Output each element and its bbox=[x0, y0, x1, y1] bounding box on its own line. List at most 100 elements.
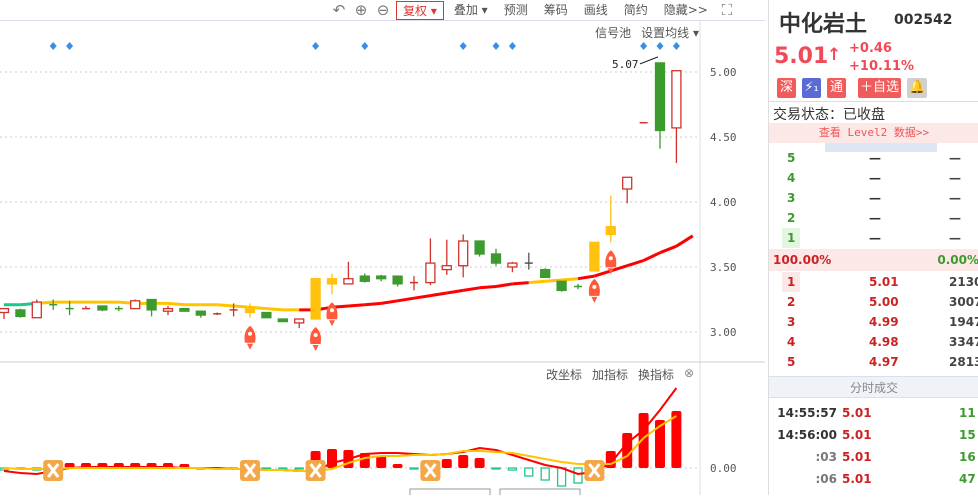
level-volume: — bbox=[949, 231, 961, 245]
candle-body bbox=[622, 176, 633, 190]
signal-diamond-icon bbox=[672, 42, 680, 50]
level2-link[interactable]: 查看 Level2 数据>> bbox=[769, 123, 978, 143]
trade-row: 14:56:00 5.01 15 bbox=[769, 425, 978, 445]
level-number: 4 bbox=[787, 335, 796, 349]
ma-settings-button[interactable]: 设置均线 ▾ bbox=[641, 24, 699, 41]
trade-price: 5.01 bbox=[842, 406, 872, 420]
level-volume: 1947 bbox=[949, 315, 978, 329]
rocket-window bbox=[592, 284, 597, 289]
ma-line-segment bbox=[495, 282, 513, 288]
trade-row: :06 5.01 47 bbox=[769, 469, 978, 489]
zoom-out-icon[interactable]: ⊖ bbox=[374, 1, 392, 19]
kline-chart[interactable]: 5.00 4.50 4.00 3.50 3.00 0.00 5.07 ↶ ⊕ ⊖ 复权 ▾ … bbox=[0, 0, 765, 498]
zoom-in-icon[interactable]: ⊕ bbox=[352, 1, 370, 19]
candle-body bbox=[376, 275, 387, 280]
candle-body bbox=[458, 240, 469, 267]
trade-time: :06 bbox=[815, 472, 838, 486]
level-volume: — bbox=[949, 171, 961, 185]
candle-body bbox=[261, 311, 272, 319]
candle-body bbox=[654, 62, 666, 132]
ma-line-segment bbox=[675, 234, 694, 248]
up-arrow-icon: ↑ bbox=[827, 45, 842, 65]
level-price: — bbox=[869, 211, 881, 225]
macd-bar bbox=[409, 467, 419, 470]
ma-line-segment bbox=[479, 285, 497, 290]
chart-canvas[interactable]: 5.00 4.50 4.00 3.50 3.00 0.00 5.07 bbox=[0, 0, 765, 498]
candle-body bbox=[195, 310, 206, 316]
signal-diamond-icon bbox=[49, 42, 57, 50]
rocket-window bbox=[313, 333, 318, 337]
candle-body bbox=[244, 307, 256, 314]
signal-pool-button[interactable]: 信号池 bbox=[595, 24, 631, 41]
candle-body bbox=[359, 275, 370, 282]
signal-diamond-icon bbox=[492, 42, 500, 50]
level-price: — bbox=[869, 231, 881, 245]
chart-toolbar: ↶ ⊕ ⊖ 复权 ▾ 叠加 ▾ 预测 筹码 画线 简约 隐藏>> ⛶ bbox=[330, 0, 736, 20]
simple-button[interactable]: 简约 bbox=[617, 0, 654, 20]
level-number: 3 bbox=[787, 191, 796, 205]
level-volume: — bbox=[949, 211, 961, 225]
hide-button[interactable]: 隐藏>> bbox=[657, 0, 714, 20]
overlay-button[interactable]: 叠加 ▾ bbox=[447, 0, 494, 20]
draw-line-button[interactable]: 画线 bbox=[577, 0, 614, 20]
change-axis-button[interactable]: 改坐标 bbox=[546, 366, 582, 383]
sell-row: 3 — — bbox=[769, 188, 978, 208]
candle-body bbox=[130, 300, 141, 310]
buy-row: 3 4.99 1947 bbox=[769, 312, 978, 332]
macd-bar bbox=[294, 467, 304, 470]
close-indicator-icon[interactable]: ⊗ bbox=[684, 366, 694, 383]
macd-bar bbox=[474, 458, 485, 468]
y-tick-label: 3.00 bbox=[710, 326, 737, 339]
level-number: 5 bbox=[787, 151, 796, 165]
rocket-window bbox=[248, 331, 252, 336]
signal-diamond-icon bbox=[66, 42, 74, 50]
candle-body bbox=[162, 307, 174, 312]
signal-diamond-icon bbox=[361, 42, 369, 50]
trades-title: 分时成交 bbox=[769, 376, 978, 398]
ma-line-segment bbox=[642, 251, 661, 262]
undo-icon[interactable]: ↶ bbox=[330, 1, 348, 19]
rocket-icon bbox=[588, 278, 600, 303]
fullscreen-icon[interactable]: ⛶ bbox=[718, 1, 736, 19]
add-indicator-button[interactable]: 加指标 bbox=[592, 366, 628, 383]
trade-volume: 16 bbox=[959, 450, 976, 464]
zero-label: 0.00 bbox=[710, 462, 737, 475]
order-ratio: 100.00% 0.00% bbox=[769, 249, 978, 271]
macd-bar bbox=[507, 467, 518, 471]
candle-body bbox=[671, 70, 682, 129]
sell-row: 4 — — bbox=[769, 168, 978, 188]
switch-indicator-button[interactable]: 换指标 bbox=[638, 366, 674, 383]
candle-body bbox=[441, 265, 452, 271]
buy-row: 2 5.00 3007 bbox=[769, 292, 978, 312]
badge[interactable]: 🔔 bbox=[907, 78, 928, 98]
badge[interactable]: 通 bbox=[827, 78, 846, 98]
fuquan-button[interactable]: 复权 ▾ bbox=[396, 0, 444, 20]
trade-volume: 15 bbox=[959, 428, 976, 442]
ma-line-segment bbox=[528, 279, 546, 285]
level-price: — bbox=[869, 191, 881, 205]
ma-line-segment bbox=[430, 291, 448, 298]
level-volume: 3007 bbox=[949, 295, 978, 309]
badge[interactable]: ＋自选 bbox=[858, 78, 902, 98]
candle-body bbox=[146, 298, 157, 311]
toolbar-divider bbox=[0, 20, 765, 21]
level-price: 4.98 bbox=[869, 335, 899, 349]
badge[interactable]: 深 bbox=[777, 78, 796, 98]
macd-bar bbox=[441, 459, 452, 468]
chips-button[interactable]: 筹码 bbox=[537, 0, 574, 20]
ma-line-segment bbox=[233, 304, 251, 309]
forecast-button[interactable]: 预测 bbox=[497, 0, 534, 20]
badge[interactable]: ⚡₁ bbox=[802, 78, 821, 98]
candle-body bbox=[97, 305, 108, 311]
level-price: — bbox=[869, 171, 881, 185]
sell-row: 2 — — bbox=[769, 208, 978, 228]
rocket-icon bbox=[310, 327, 322, 351]
candle-body bbox=[179, 307, 190, 312]
rocket-window bbox=[330, 308, 334, 313]
level-price: 5.00 bbox=[869, 295, 899, 309]
level-number: 3 bbox=[787, 315, 796, 329]
indicator-tools: 改坐标 加指标 换指标 ⊗ bbox=[546, 366, 694, 383]
ma-line-segment bbox=[217, 303, 234, 308]
tab-button bbox=[409, 488, 491, 498]
level-volume: 2813 bbox=[949, 355, 978, 369]
